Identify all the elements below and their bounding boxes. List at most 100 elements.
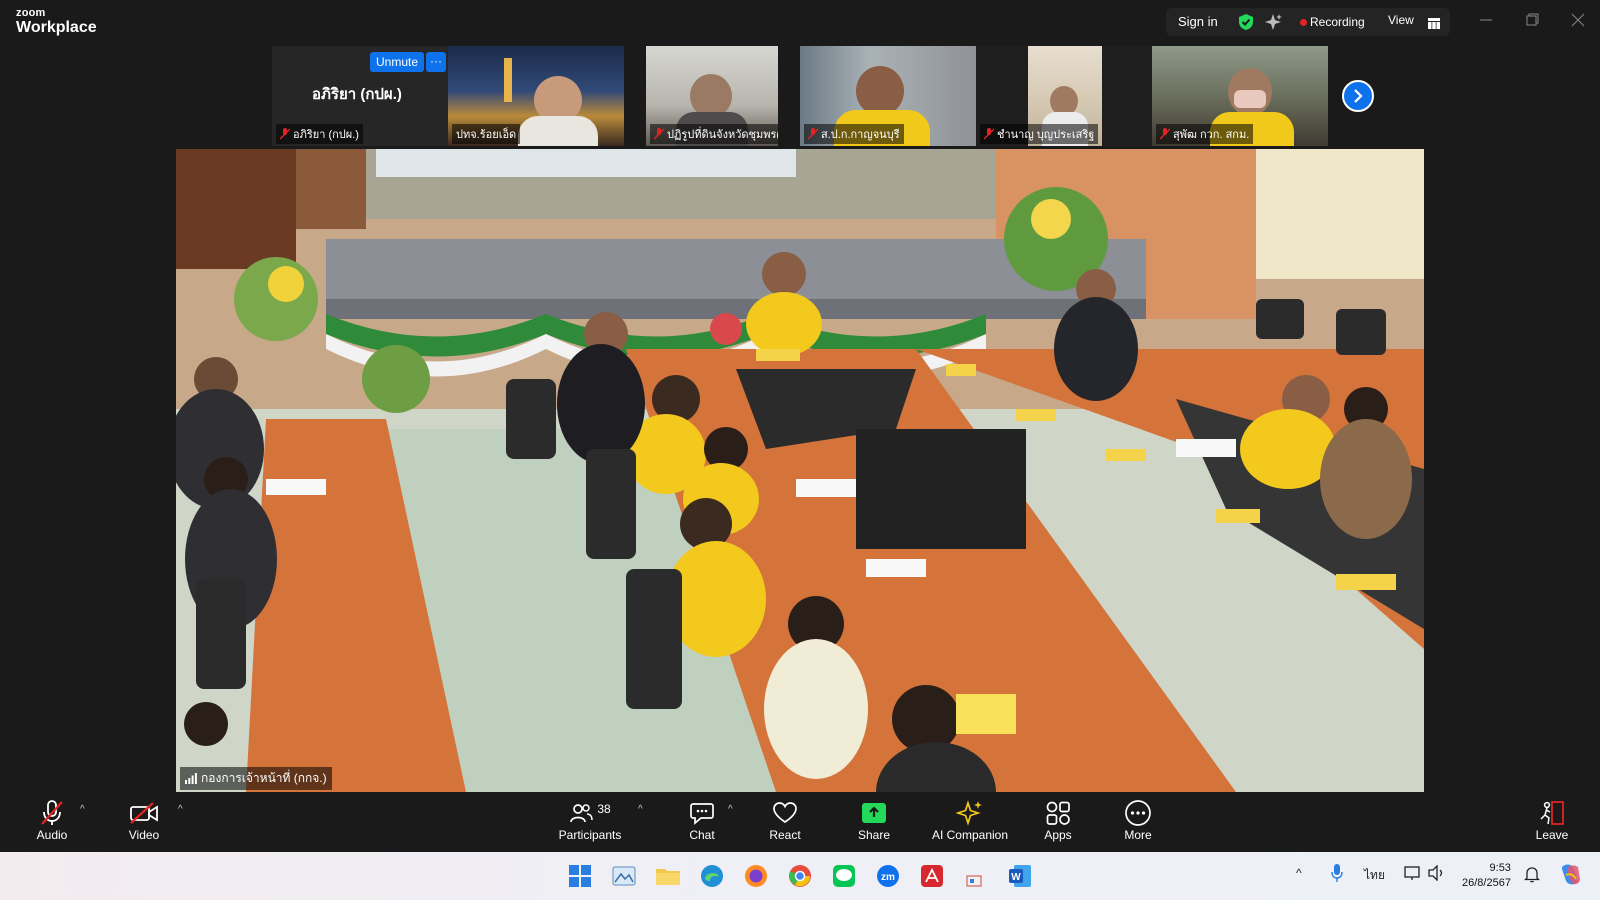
restore-icon[interactable] [1522, 10, 1542, 30]
zoom-app: zoom Workplace Sign in Recording View Un… [0, 0, 1600, 852]
share-screen-icon [862, 803, 886, 823]
video-options-caret-icon[interactable]: ^ [178, 804, 183, 815]
view-button[interactable]: View [1388, 13, 1414, 27]
signal-strength-icon [185, 773, 197, 784]
meeting-toolbar: Audio ^ Video ^ 38 Participants ^ Chat ^… [0, 792, 1600, 852]
sign-in-button[interactable]: Sign in [1178, 14, 1218, 29]
react-label: React [769, 828, 801, 842]
firefox-browser-icon[interactable] [742, 862, 770, 890]
logo-bottom-text: Workplace [16, 19, 97, 36]
windows-taskbar: zm W ^ ไทย 9:53 26/8/2567 [0, 852, 1600, 900]
leave-door-icon [1540, 801, 1564, 825]
title-actions: Sign in Recording View [1166, 8, 1450, 36]
participants-icon [570, 804, 594, 823]
more-label: More [1124, 828, 1152, 842]
unmute-button[interactable]: Unmute [370, 52, 425, 72]
next-page-button[interactable] [1342, 80, 1374, 112]
audio-options-caret-icon[interactable]: ^ [80, 804, 85, 815]
participant-name-text: ปฏิรูปที่ดินจังหวัดชุมพร(นาย... [667, 129, 778, 141]
svg-text:W: W [1011, 872, 1021, 883]
svg-text:zm: zm [881, 872, 895, 883]
participant-tile[interactable]: ปฏิรูปที่ดินจังหวัดชุมพร(นาย... [646, 46, 778, 146]
meeting-room-scene [176, 149, 1424, 792]
participant-name-label: ปทจ.ร้อยเอ็ด [452, 124, 521, 144]
chat-button[interactable]: Chat [684, 798, 720, 848]
participants-button[interactable]: 38 Participants [554, 798, 626, 848]
participant-tile[interactable]: ชำนาญ บุญประเสริฐ [976, 46, 1152, 146]
view-grid-icon[interactable] [1428, 16, 1440, 34]
copilot-icon[interactable] [1556, 861, 1584, 892]
main-video-name-text: กองการเจ้าหน้าที่ (กกจ.) [201, 771, 327, 785]
share-label: Share [857, 828, 891, 842]
participant-name-label: ชำนาญ บุญประเสริฐ [980, 124, 1099, 144]
logo-top-text: zoom [16, 7, 46, 19]
network-icon[interactable] [1404, 865, 1422, 884]
mic-muted-icon [1160, 128, 1170, 140]
file-explorer-icon[interactable] [654, 862, 682, 890]
encryption-shield-icon[interactable] [1238, 13, 1254, 36]
participants-count-badge: 38 [597, 802, 611, 816]
participant-name-text: สุพัฒ กวก. สกม. [1173, 129, 1250, 141]
heart-icon [773, 802, 797, 824]
self-video-tile[interactable]: Unmute ··· อภิริยา (กปผ.) อภิริยา (กปผ.) [272, 46, 448, 146]
tower-shape [504, 58, 512, 102]
mic-muted-icon [280, 128, 290, 140]
input-language-indicator[interactable]: ไทย [1364, 866, 1385, 885]
mic-muted-icon [654, 128, 664, 140]
video-button[interactable]: Video [124, 798, 164, 848]
participant-name-label: สุพัฒ กวก. สกม. [1156, 124, 1254, 144]
minimize-icon[interactable] [1476, 10, 1496, 30]
title-bar: zoom Workplace Sign in Recording View [0, 0, 1600, 44]
participant-tile[interactable]: ส.ป.ก.กาญจนบุรี [800, 46, 976, 146]
react-button[interactable]: React [766, 798, 804, 848]
audio-button[interactable]: Audio [30, 798, 74, 848]
snipping-tool-icon[interactable] [962, 862, 990, 890]
participant-name-label: ปฏิรูปที่ดินจังหวัดชุมพร(นาย... [650, 124, 778, 144]
notification-bell-icon[interactable] [1523, 865, 1541, 886]
show-hidden-icons-chevron-icon[interactable]: ^ [1296, 866, 1302, 880]
self-tile-more-button[interactable]: ··· [426, 52, 446, 72]
main-video[interactable]: กองการเจ้าหน้าที่ (กกจ.) [176, 149, 1424, 792]
acrobat-reader-icon[interactable] [918, 862, 946, 890]
zoom-logo: zoom Workplace [16, 8, 97, 36]
self-tile-center-name: อภิริยา (กปผ.) [312, 86, 402, 103]
leave-button[interactable]: Leave [1534, 798, 1570, 848]
taskbar-clock[interactable]: 9:53 26/8/2567 [1462, 861, 1511, 891]
participants-label: Participants [558, 828, 622, 842]
audio-label: Audio [36, 828, 68, 842]
mic-muted-icon [808, 128, 818, 140]
word-app-icon[interactable]: W [1006, 862, 1034, 890]
participant-tile[interactable]: ปทจ.ร้อยเอ็ด [448, 46, 624, 146]
participant-name-text: ปทจ.ร้อยเอ็ด [456, 129, 517, 141]
clock-date: 26/8/2567 [1462, 877, 1511, 889]
ai-companion-button[interactable]: AI Companion [930, 798, 1010, 848]
more-button[interactable]: More [1120, 798, 1156, 848]
microphone-tray-icon[interactable] [1330, 863, 1344, 886]
photos-app-icon[interactable] [610, 862, 638, 890]
participant-body [518, 116, 598, 146]
line-app-icon[interactable] [830, 862, 858, 890]
close-icon[interactable] [1568, 10, 1588, 30]
leave-label: Leave [1535, 828, 1569, 842]
ai-companion-sparkle-icon [956, 800, 982, 826]
zoom-app-icon[interactable]: zm [874, 862, 902, 890]
windows-start-icon[interactable] [566, 862, 594, 890]
self-name-text: อภิริยา (กปผ.) [293, 129, 359, 141]
edge-browser-icon[interactable] [698, 862, 726, 890]
apps-button[interactable]: Apps [1040, 798, 1076, 848]
mic-muted-icon [984, 128, 994, 140]
chat-label: Chat [689, 828, 715, 842]
ai-companion-label: AI Companion [931, 828, 1009, 842]
participant-tile[interactable]: สุพัฒ กวก. สกม. [1152, 46, 1328, 146]
speaker-icon[interactable] [1428, 864, 1446, 884]
clock-time: 9:53 [1489, 862, 1511, 874]
chrome-browser-icon[interactable] [786, 862, 814, 890]
participants-options-caret-icon[interactable]: ^ [638, 804, 643, 815]
ai-sparkle-icon[interactable] [1264, 13, 1282, 36]
participant-name-text: ชำนาญ บุญประเสริฐ [997, 129, 1095, 141]
recording-label[interactable]: Recording [1310, 15, 1365, 29]
chat-options-caret-icon[interactable]: ^ [728, 804, 733, 815]
share-button[interactable]: Share [856, 798, 892, 848]
face-mask [1234, 90, 1266, 108]
self-tile-name-label: อภิริยา (กปผ.) [276, 124, 363, 144]
